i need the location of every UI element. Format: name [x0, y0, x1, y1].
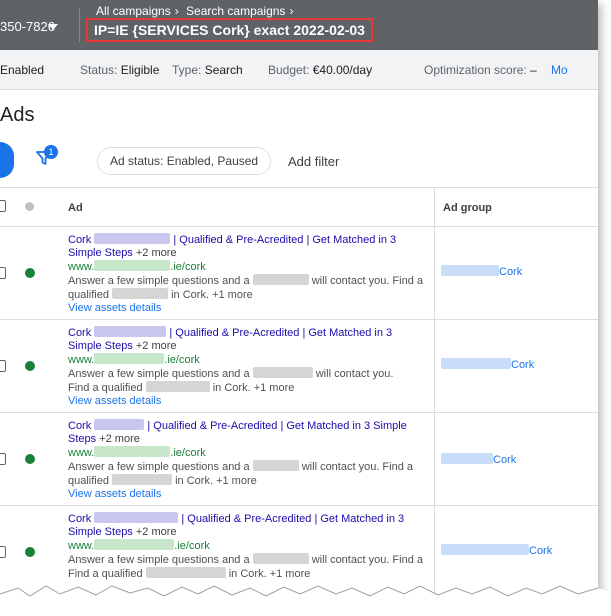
select-all-checkbox[interactable] — [0, 200, 6, 212]
optimization-score[interactable]: Optimization score: – — [424, 63, 537, 77]
view-assets-link[interactable]: View assets details — [68, 488, 428, 501]
ad-description: Answer a few simple questions and a will… — [68, 274, 424, 287]
redacted-text — [94, 446, 171, 457]
redacted-text — [145, 381, 210, 392]
redacted-text — [252, 553, 309, 564]
add-ad-button[interactable] — [0, 142, 14, 178]
redacted-text — [252, 367, 313, 378]
redacted-text — [94, 419, 145, 430]
ad-group-link[interactable]: Cork — [441, 358, 534, 371]
status-info: Status: Eligible — [80, 63, 160, 77]
status-column-icon[interactable] — [25, 202, 34, 211]
ad-group-link[interactable]: Cork — [441, 544, 552, 557]
ad-url: www. .ie/cork — [68, 446, 206, 459]
column-header-ad[interactable]: Ad — [68, 202, 83, 214]
enabled-status[interactable]: Enabled — [0, 63, 44, 77]
enabled-status-dot[interactable] — [25, 454, 35, 464]
redacted-text — [94, 233, 171, 244]
redacted-text — [252, 274, 309, 285]
redacted-text — [94, 539, 175, 550]
redacted-text — [94, 260, 171, 271]
chevron-right-icon: › — [289, 4, 294, 18]
view-assets-link[interactable]: View assets details — [68, 395, 428, 408]
row-checkbox[interactable] — [0, 546, 6, 558]
ad-headline[interactable]: Cork | Qualified & Pre-Acredited | Get M… — [68, 326, 428, 353]
ad-headline[interactable]: Cork | Qualified & Pre-Acredited | Get M… — [68, 512, 428, 539]
campaign-title: IP=IE {SERVICES Cork} exact 2022-02-03 — [86, 18, 373, 42]
ad-description: Find a qualified in Cork. +1 more — [68, 567, 311, 580]
redacted-text — [441, 453, 493, 464]
enabled-status-dot[interactable] — [25, 547, 35, 557]
breadcrumb: All campaigns › Search campaigns › — [96, 4, 297, 18]
redacted-text — [94, 353, 165, 364]
redacted-text — [94, 326, 167, 337]
enabled-status-dot[interactable] — [25, 268, 35, 278]
redacted-text — [441, 358, 511, 369]
breadcrumb-search-campaigns[interactable]: Search campaigns — [186, 4, 285, 18]
breadcrumb-all-campaigns[interactable]: All campaigns — [96, 4, 171, 18]
redacted-text — [112, 474, 173, 485]
campaign-status-bar: Enabled Status: Eligible Type: Search Bu… — [0, 50, 598, 90]
chevron-right-icon: › — [174, 4, 179, 18]
ad-preview: Cork | Qualified & Pre-Acredited | Get M… — [68, 326, 428, 408]
more-link[interactable]: Mo — [551, 63, 568, 77]
ad-description: qualified in Cork. +1 more — [68, 474, 257, 487]
ad-headline[interactable]: Cork | Qualified & Pre-Acredited | Get M… — [68, 419, 428, 446]
ad-group-link[interactable]: Cork — [441, 453, 516, 466]
top-header: 350-7826 All campaigns › Search campaigns… — [0, 0, 598, 50]
ad-preview: Cork | Qualified & Pre-Acredited | Get M… — [68, 233, 428, 315]
torn-edge-decoration — [0, 585, 611, 616]
column-header-ad-group[interactable]: Ad group — [443, 202, 492, 214]
redacted-text — [441, 544, 529, 555]
redacted-text — [112, 288, 169, 299]
ad-description: Answer a few simple questions and a will… — [68, 460, 414, 473]
add-filter-button[interactable]: Add filter — [288, 154, 339, 169]
account-dropdown-icon[interactable] — [48, 24, 58, 30]
redacted-text — [252, 460, 299, 471]
table-row: Cork | Qualified & Pre-Acredited | Get M… — [0, 227, 598, 320]
ad-description: Answer a few simple questions and a will… — [68, 367, 394, 380]
view-assets-link[interactable]: View assets details — [68, 302, 428, 315]
row-checkbox[interactable] — [0, 360, 6, 372]
ad-preview: Cork | Qualified & Pre-Acredited | Get M… — [68, 419, 428, 501]
redacted-text — [441, 265, 499, 276]
filter-count-badge: 1 — [44, 145, 58, 159]
ad-description: Find a qualified in Cork. +1 more — [68, 381, 295, 394]
budget-info[interactable]: Budget: €40.00/day — [268, 63, 372, 77]
ad-url: www. .ie/cork — [68, 539, 210, 552]
ad-description: qualified in Cork. +1 more — [68, 288, 253, 301]
row-checkbox[interactable] — [0, 267, 6, 279]
ad-url: www. .ie/cork — [68, 353, 200, 366]
ad-status-filter-chip[interactable]: Ad status: Enabled, Paused — [97, 147, 272, 175]
header-divider — [79, 8, 80, 42]
table-row: Cork | Qualified & Pre-Acredited | Get M… — [0, 413, 598, 506]
row-checkbox[interactable] — [0, 453, 6, 465]
table-header: Ad Ad group — [0, 187, 598, 227]
redacted-text — [94, 512, 179, 523]
ads-page: 350-7826 All campaigns › Search campaigns… — [0, 0, 598, 600]
ad-description: Answer a few simple questions and a will… — [68, 553, 424, 566]
enabled-status-dot[interactable] — [25, 361, 35, 371]
ad-url: www. .ie/cork — [68, 260, 206, 273]
account-id[interactable]: 350-7826 — [0, 19, 55, 34]
redacted-text — [145, 567, 226, 578]
ad-headline[interactable]: Cork | Qualified & Pre-Acredited | Get M… — [68, 233, 428, 260]
ad-preview: Cork | Qualified & Pre-Acredited | Get M… — [68, 512, 428, 581]
ad-group-link[interactable]: Cork — [441, 265, 522, 278]
page-title: Ads — [0, 104, 35, 126]
table-row: Cork | Qualified & Pre-Acredited | Get M… — [0, 320, 598, 413]
type-info: Type: Search — [172, 63, 243, 77]
